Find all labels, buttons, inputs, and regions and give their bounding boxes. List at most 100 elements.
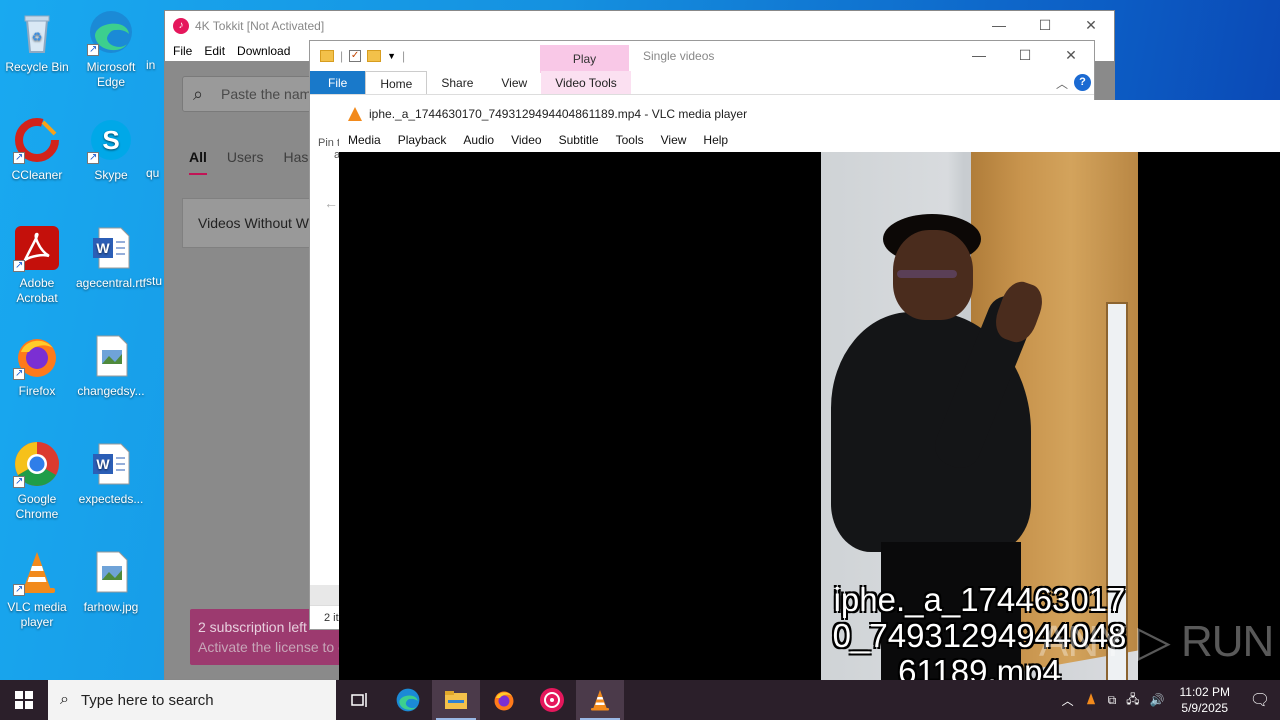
desktop-icon-changedsy[interactable]: changedsy...	[74, 332, 148, 399]
acrobat-icon	[13, 224, 61, 273]
vlc-menu-media[interactable]: Media	[348, 133, 389, 147]
word-doc-icon: W	[87, 224, 135, 272]
taskbar: ⌕ Type here to search ︿ ⧉ 🖧 🔊 11:02 PM 5…	[0, 680, 1280, 720]
ribbon-tab-home[interactable]: Home	[365, 71, 428, 94]
image-file-icon	[87, 332, 135, 380]
icon-label: Firefox	[18, 384, 56, 398]
vlc-menu-view[interactable]: View	[661, 133, 695, 147]
ribbon-tab-view[interactable]: View	[487, 71, 541, 94]
properties-icon[interactable]: ✓	[349, 50, 362, 62]
overlay-line-1: iphe._a_174463017	[833, 581, 1126, 618]
vlc-menu-audio[interactable]: Audio	[463, 133, 502, 147]
ribbon-tab-share[interactable]: Share	[427, 71, 487, 94]
network-icon[interactable]: 🖧	[1126, 690, 1139, 711]
volume-icon[interactable]: 🔊	[1150, 693, 1165, 707]
partial-icon-label: stu	[146, 274, 163, 288]
icon-label: Recycle Bin	[5, 60, 69, 74]
explorer-window-controls: — ☐ ✕	[956, 41, 1094, 71]
icon-label: Microsoft Edge	[86, 60, 136, 89]
new-folder-icon[interactable]	[367, 50, 382, 62]
desktop-icon-firefox[interactable]: Firefox	[0, 332, 74, 399]
tokkit-logo-icon: ♪	[173, 18, 189, 34]
notification-center-icon[interactable]: 🗨	[1240, 690, 1280, 710]
tray-vlc-icon[interactable]	[1084, 692, 1098, 709]
vlc-menu-help[interactable]: Help	[703, 133, 736, 147]
taskbar-vlc-icon[interactable]	[576, 680, 624, 720]
desktop-icon-skype[interactable]: S Skype	[74, 116, 148, 183]
desktop-icon-google-chrome[interactable]: Google Chrome	[0, 440, 74, 522]
minimize-button[interactable]: —	[956, 41, 1002, 71]
shortcut-arrow-icon	[13, 258, 25, 273]
tokkit-titlebar[interactable]: ♪ 4K Tokkit [Not Activated]	[165, 11, 1114, 41]
menu-download[interactable]: Download	[237, 44, 290, 58]
taskbar-clock[interactable]: 11:02 PM 5/9/2025	[1180, 684, 1230, 716]
back-arrow-icon[interactable]: ←	[324, 195, 338, 211]
maximize-button[interactable]: ☐	[1002, 41, 1048, 71]
vlc-menubar: Media Playback Audio Video Subtitle Tool…	[339, 128, 1280, 152]
minimize-button[interactable]: —	[976, 11, 1022, 41]
vlc-video-area[interactable]: iphe._a_174463017 0_74931294944048 61189…	[339, 152, 1280, 680]
pin-quick-access-label[interactable]: Pin t a	[318, 137, 340, 161]
desktop-icon-vlc[interactable]: VLC media player	[0, 548, 74, 630]
start-button[interactable]	[0, 680, 48, 720]
taskbar-file-explorer-icon[interactable]	[432, 680, 480, 720]
close-button[interactable]: ✕	[1068, 11, 1114, 41]
vlc-menu-video[interactable]: Video	[511, 133, 549, 147]
menu-file[interactable]: File	[173, 44, 192, 58]
edge-icon	[87, 8, 135, 57]
taskbar-firefox-icon[interactable]	[480, 680, 528, 720]
vlc-menu-subtitle[interactable]: Subtitle	[559, 133, 607, 147]
shortcut-arrow-icon	[13, 150, 25, 165]
search-icon: ⌕	[60, 691, 69, 708]
task-view-icon[interactable]	[336, 680, 384, 720]
maximize-button[interactable]: ☐	[1022, 11, 1068, 41]
ccleaner-icon	[13, 116, 61, 165]
shortcut-arrow-icon	[13, 474, 25, 489]
vlc-menu-tools[interactable]: Tools	[616, 133, 652, 147]
shortcut-arrow-icon	[13, 582, 25, 597]
vlc-titlebar[interactable]: iphe._a_1744630170_7493129494404861189.m…	[339, 100, 1280, 128]
svg-text:W: W	[96, 456, 110, 472]
desktop-icon-adobe-acrobat[interactable]: Adobe Acrobat	[0, 224, 74, 306]
icon-label: changedsy...	[77, 384, 145, 398]
desktop-icon-expecteds[interactable]: W expecteds...	[74, 440, 148, 507]
taskbar-tokkit-icon[interactable]	[528, 680, 576, 720]
ribbon-tab-video-tools[interactable]: Video Tools	[541, 71, 631, 94]
desktop-icon-recycle-bin[interactable]: ♻ Recycle Bin	[0, 8, 74, 75]
explorer-ribbon-tabs: File Home Share View Video Tools	[310, 71, 1094, 95]
video-person-glasses	[897, 270, 957, 278]
play-tab[interactable]: Play	[540, 45, 629, 73]
pin-label-line1: Pin t	[318, 137, 341, 149]
system-tray: ︿ ⧉ 🖧 🔊 11:02 PM 5/9/2025 🗨	[1057, 680, 1280, 720]
tray-app-icon[interactable]: ⧉	[1108, 693, 1117, 708]
desktop-icon-agecentral-rtf[interactable]: W agecentral.rtf	[74, 224, 148, 291]
windows-logo-icon	[15, 691, 33, 709]
desktop-icon-ccleaner[interactable]: CCleaner	[0, 116, 74, 183]
activate-license-text: Activate the license to c	[198, 639, 346, 655]
shortcut-arrow-icon	[87, 42, 99, 57]
chevron-down-icon[interactable]: ▼	[387, 51, 396, 61]
desktop-icon-microsoft-edge[interactable]: Microsoft Edge	[74, 8, 148, 90]
help-icon[interactable]: ?	[1074, 74, 1091, 91]
close-button[interactable]: ✕	[1048, 41, 1094, 71]
taskbar-search-box[interactable]: ⌕ Type here to search	[48, 680, 336, 720]
chevron-up-icon[interactable]: ︿	[1062, 692, 1074, 709]
tab-all[interactable]: All	[189, 149, 207, 175]
desktop-icon-farhow-jpg[interactable]: farhow.jpg	[74, 548, 148, 615]
clock-time: 11:02 PM	[1179, 685, 1230, 699]
ribbon-tab-file[interactable]: File	[310, 71, 366, 94]
shortcut-arrow-icon	[13, 366, 25, 381]
firefox-icon	[13, 332, 61, 381]
svg-text:W: W	[96, 240, 110, 256]
icon-label: VLC media player	[7, 600, 67, 629]
partial-icon-label: qu	[146, 166, 160, 180]
icon-label: agecentral.rtf	[75, 276, 147, 290]
icon-label: Skype	[94, 168, 128, 182]
vlc-menu-playback[interactable]: Playback	[398, 133, 455, 147]
shortcut-arrow-icon	[87, 150, 99, 165]
taskbar-edge-icon[interactable]	[384, 680, 432, 720]
tab-users[interactable]: Users	[227, 149, 264, 175]
collapse-ribbon-icon[interactable]: ︿	[1056, 75, 1068, 92]
image-file-icon	[87, 548, 135, 596]
menu-edit[interactable]: Edit	[204, 44, 225, 58]
